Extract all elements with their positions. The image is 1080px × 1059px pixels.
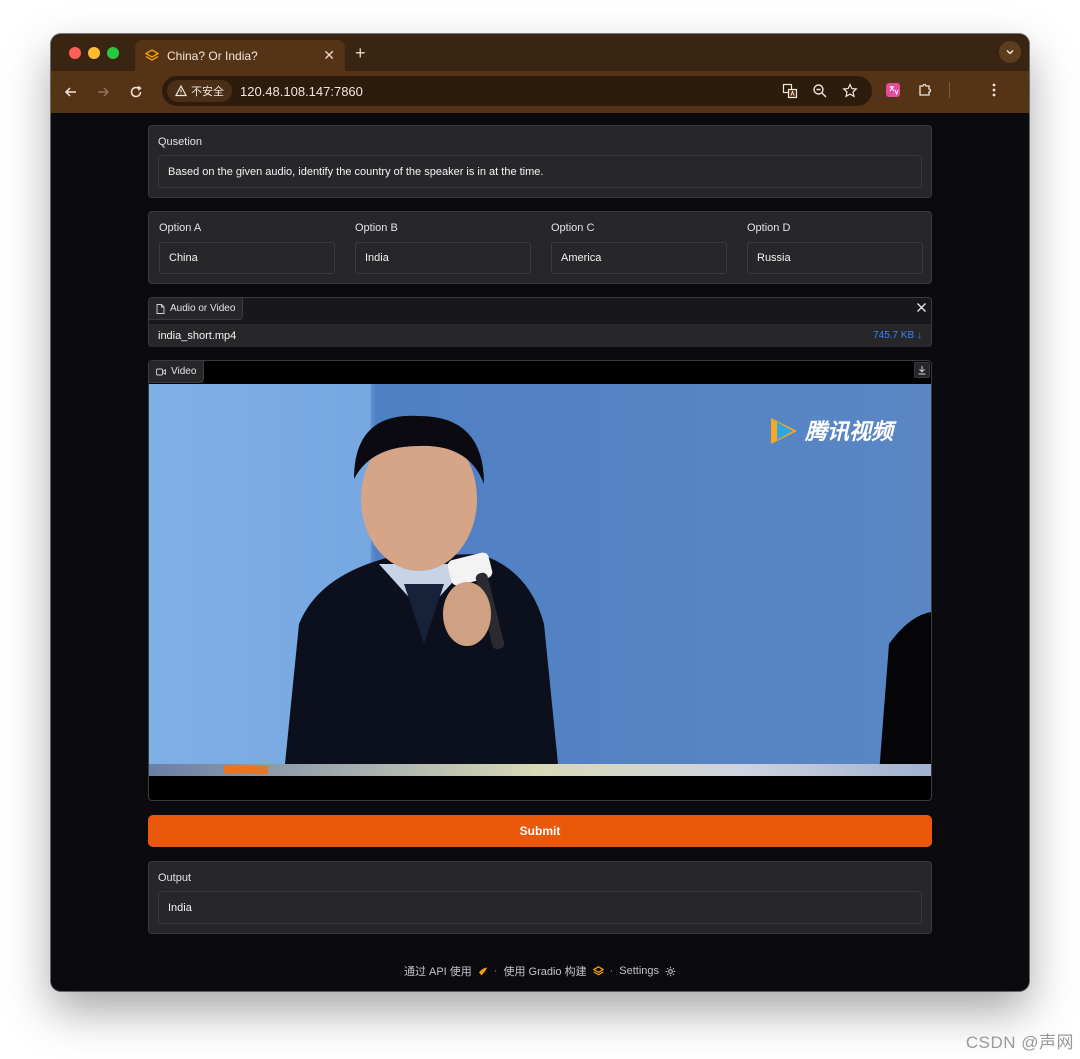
- page-footer: 通过 API 使用 · 使用 Gradio 构建 · Settings: [51, 963, 1029, 979]
- minimize-window-button[interactable]: [88, 47, 100, 59]
- options-row: Option A China Option B India Option C A…: [148, 211, 932, 284]
- video-watermark-text: 腾讯视频: [804, 420, 897, 445]
- tab-close-icon[interactable]: ✕: [323, 47, 335, 64]
- more-menu-icon[interactable]: [986, 82, 1002, 98]
- browser-window: China? Or India? ✕ + 不安全 120.48.108.147:…: [51, 34, 1029, 991]
- question-block: Qusetion Based on the given audio, ident…: [148, 125, 932, 198]
- option-a-label: Option A: [159, 222, 202, 234]
- download-video-button[interactable]: [914, 362, 930, 378]
- back-button[interactable]: [61, 82, 81, 102]
- footer-separator: ·: [609, 965, 614, 977]
- puzzle-extensions-icon[interactable]: [917, 82, 933, 98]
- clear-file-icon[interactable]: [916, 302, 927, 313]
- video-label: Video: [149, 361, 205, 383]
- option-a: Option A China: [149, 212, 345, 283]
- address-bar[interactable]: 不安全 120.48.108.147:7860: [162, 76, 872, 106]
- option-b-field[interactable]: India: [355, 242, 531, 274]
- submit-button[interactable]: Submit: [148, 815, 932, 847]
- built-with-gradio-link[interactable]: 使用 Gradio 构建: [503, 963, 586, 979]
- reload-icon: [130, 85, 142, 98]
- option-a-field[interactable]: China: [159, 242, 335, 274]
- new-tab-button[interactable]: +: [355, 43, 366, 64]
- url-text[interactable]: 120.48.108.147:7860: [240, 84, 782, 99]
- tab-search-button[interactable]: [999, 41, 1021, 63]
- video-player[interactable]: Video 腾讯视频: [148, 360, 932, 801]
- extension-translate-icon[interactable]: [885, 82, 901, 98]
- option-d-field[interactable]: Russia: [747, 242, 923, 274]
- warning-icon: [175, 85, 187, 97]
- question-label: Qusetion: [158, 136, 203, 148]
- output-label: Output: [158, 872, 192, 884]
- browser-toolbar: 不安全 120.48.108.147:7860: [51, 71, 1029, 113]
- security-label: 不安全: [191, 86, 224, 98]
- close-window-button[interactable]: [69, 47, 81, 59]
- tab-strip: China? Or India? ✕ +: [51, 34, 1029, 71]
- video-label-text: Video: [171, 366, 197, 377]
- bookmark-star-icon[interactable]: [842, 83, 858, 99]
- settings-link[interactable]: Settings: [619, 965, 659, 977]
- option-c-field[interactable]: America: [551, 242, 727, 274]
- toolbar-divider: [949, 82, 950, 98]
- output-field[interactable]: India: [158, 891, 922, 924]
- arrow-left-icon: [64, 87, 76, 97]
- download-icon: [918, 366, 926, 375]
- output-block: Output India: [148, 861, 932, 934]
- option-c: Option C America: [541, 212, 737, 283]
- video-frame[interactable]: 腾讯视频: [149, 384, 931, 776]
- gear-icon[interactable]: [665, 966, 676, 977]
- file-name[interactable]: india_short.mp4: [158, 330, 873, 342]
- file-upload[interactable]: Audio or Video india_short.mp4 745.7 KB …: [148, 297, 932, 347]
- file-size-download-link[interactable]: 745.7 KB ↓: [873, 330, 922, 341]
- maximize-window-button[interactable]: [107, 47, 119, 59]
- file-row[interactable]: india_short.mp4 745.7 KB ↓: [149, 324, 931, 347]
- csdn-watermark: CSDN @声网: [965, 1033, 1074, 1052]
- footer-separator: ·: [493, 965, 498, 977]
- question-field[interactable]: Based on the given audio, identify the c…: [158, 155, 922, 188]
- browser-tab[interactable]: China? Or India? ✕: [135, 40, 345, 71]
- option-c-label: Option C: [551, 222, 595, 234]
- file-upload-label-text: Audio or Video: [170, 303, 236, 314]
- option-b: Option B India: [345, 212, 541, 283]
- gradio-logo-icon: [145, 48, 159, 61]
- gradio-logo-icon: [592, 965, 604, 975]
- translate-icon[interactable]: [782, 83, 798, 99]
- video-camera-icon: [156, 368, 166, 375]
- option-d: Option D Russia: [737, 212, 933, 283]
- option-b-label: Option B: [355, 222, 398, 234]
- use-via-api-link[interactable]: 通过 API 使用: [404, 963, 472, 979]
- zoom-icon[interactable]: [812, 83, 828, 99]
- forward-button[interactable]: [93, 82, 113, 102]
- reload-button[interactable]: [126, 82, 146, 102]
- chevron-down-icon: [1006, 49, 1014, 55]
- file-icon: [156, 303, 165, 314]
- security-chip[interactable]: 不安全: [167, 80, 232, 102]
- arrow-right-icon: [98, 87, 110, 97]
- tab-title: China? Or India?: [167, 48, 258, 63]
- gradio-page: Qusetion Based on the given audio, ident…: [51, 113, 1029, 991]
- rocket-icon: [478, 967, 488, 976]
- file-upload-label: Audio or Video: [149, 298, 244, 320]
- option-d-label: Option D: [747, 222, 791, 234]
